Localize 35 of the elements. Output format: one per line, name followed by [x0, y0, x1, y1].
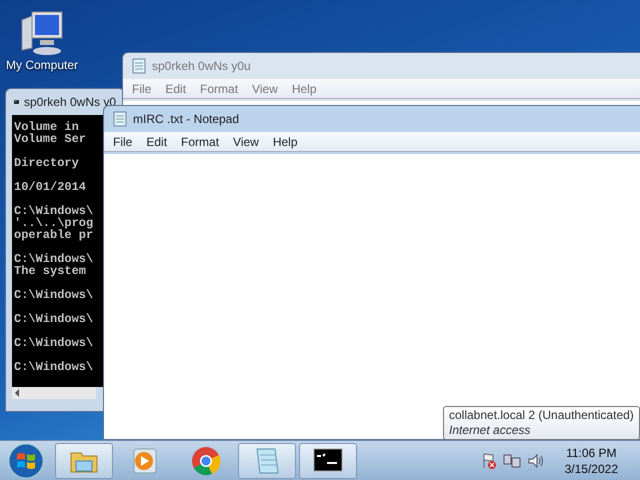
notepad-icon — [112, 111, 128, 127]
taskbar-button[interactable] — [299, 442, 357, 478]
browser-icon — [190, 444, 222, 476]
console-line: C:\Windows\ — [14, 289, 94, 301]
desktop-icon-label[interactable]: My Computer — [6, 56, 78, 74]
clock-date: 3/15/2022 — [564, 460, 618, 476]
console-line: C:\Windows\ — [14, 313, 94, 325]
console-line: C:\Windows\ — [14, 361, 94, 373]
horizontal-scrollbar[interactable] — [12, 387, 96, 399]
clock-time: 11:06 PM — [566, 444, 617, 460]
flag-icon[interactable] — [480, 452, 497, 470]
console-line: '..\..\prog — [14, 217, 94, 229]
console-line: C:\Windows\ — [14, 205, 94, 217]
tooltip-subtitle: Internet access — [449, 423, 532, 438]
console-line: C:\Windows\ — [14, 253, 94, 265]
console-line: 10/01/2014 — [14, 181, 88, 193]
start-button-icon[interactable] — [6, 442, 46, 480]
menu-item[interactable]: File — [106, 132, 140, 150]
notepad-icon — [131, 58, 147, 74]
menu-item[interactable]: Format — [174, 132, 226, 150]
volume-icon[interactable] — [526, 452, 545, 468]
menu-item[interactable]: Edit — [139, 132, 174, 150]
network-icon[interactable] — [502, 452, 521, 470]
window-title: sp0rkeh 0wNs y0u — [152, 58, 251, 75]
console-line: The system — [14, 265, 88, 277]
computer-icon — [20, 10, 64, 56]
tooltip-title: collabnet.local 2 (Unauthenticated) — [449, 408, 634, 423]
menu-item[interactable]: View — [226, 132, 266, 150]
console-line: Directory — [14, 157, 80, 169]
menu-item[interactable]: Help — [266, 132, 305, 150]
console-line: operable pr — [14, 229, 94, 241]
window-title: mIRC .txt - Notepad — [133, 111, 240, 128]
console-line: Volume in — [14, 121, 80, 133]
taskbar-clock[interactable]: 11:06 PM 3/15/2022 — [564, 444, 618, 476]
console-line: C:\Windows\ — [14, 337, 94, 349]
